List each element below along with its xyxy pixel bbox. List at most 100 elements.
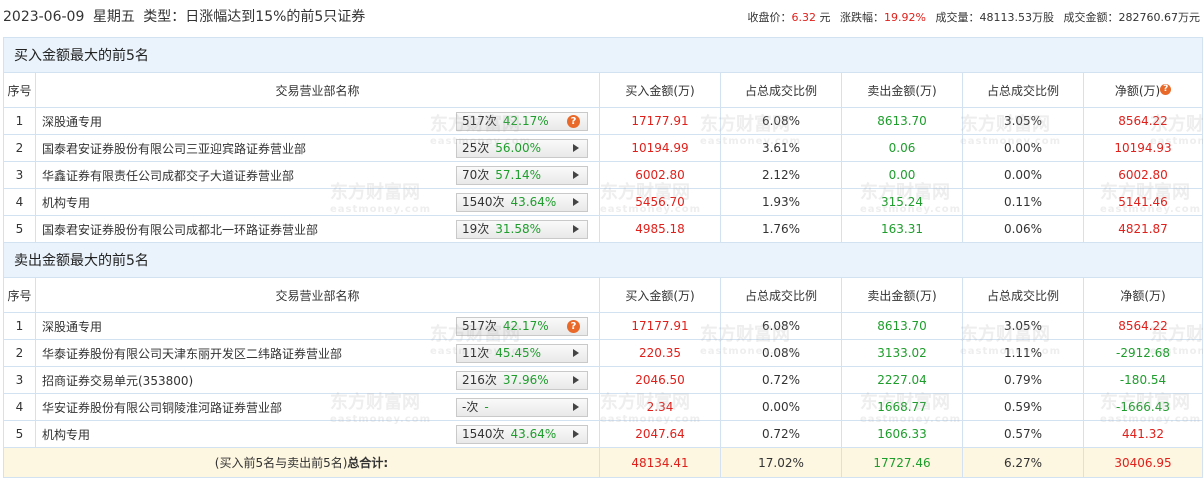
- expand-arrow-icon[interactable]: [573, 430, 579, 438]
- col-sell-ratio[interactable]: 占总成交比例: [962, 72, 1084, 108]
- sell-amount: 315.24: [841, 188, 963, 216]
- broker-win-rate: 43.64%: [510, 195, 557, 209]
- net-amount: -2912.68: [1082, 339, 1203, 367]
- row-index: 3: [3, 161, 36, 189]
- broker-win-rate: 42.17%: [502, 114, 549, 128]
- col-sell[interactable]: 卖出金额(万): [841, 277, 963, 313]
- total-sell: 17727.46: [841, 447, 963, 478]
- broker-count: 11次: [462, 346, 490, 360]
- col-buy-ratio[interactable]: 占总成交比例: [720, 72, 842, 108]
- sell-amount: 2227.04: [841, 366, 963, 394]
- table-row: 3 华鑫证券有限责任公司成都交子大道证券营业部 70次 57.14% 6002.80 2.…: [3, 161, 1203, 189]
- net-amount: 5141.46: [1082, 188, 1203, 216]
- col-buy-ratio[interactable]: 占总成交比例: [720, 277, 842, 313]
- sell-ratio: 3.05%: [962, 107, 1084, 135]
- col-buy[interactable]: 买入金额(万): [599, 277, 721, 313]
- broker-cell: 深股通专用 517次 42.17%?: [35, 312, 600, 340]
- buy-ratio: 3.61%: [720, 134, 842, 162]
- table-row: 2 国泰君安证券股份有限公司三亚迎宾路证券营业部 25次 56.00% 10194.99…: [3, 134, 1203, 162]
- total-buy: 48134.41: [599, 447, 721, 478]
- broker-stats-button[interactable]: 11次 45.45%: [456, 344, 588, 363]
- close-unit: 元: [819, 11, 831, 24]
- expand-arrow-icon[interactable]: [573, 144, 579, 152]
- volume-value: 48113.53万股: [979, 11, 1055, 24]
- buy-amount: 17177.91: [599, 312, 721, 340]
- broker-name-link[interactable]: 深股通专用: [42, 113, 102, 130]
- close-label: 收盘价：: [747, 11, 792, 24]
- sell-ratio: 1.11%: [962, 339, 1084, 367]
- broker-win-rate: 31.58%: [495, 222, 542, 236]
- table-row: 4 华安证券股份有限公司铜陵淮河路证券营业部 -次 - 2.34 0.00% 1668.77…: [3, 393, 1203, 421]
- expand-arrow-icon[interactable]: [573, 225, 579, 233]
- broker-count: 25次: [462, 141, 490, 155]
- broker-stats-button[interactable]: 216次 37.96%: [456, 371, 588, 390]
- broker-name-link[interactable]: 机构专用: [42, 194, 90, 211]
- trade-date: 2023-06-09: [3, 9, 85, 25]
- broker-cell: 国泰君安证券股份有限公司三亚迎宾路证券营业部 25次 56.00%: [35, 134, 600, 162]
- broker-name-link[interactable]: 国泰君安证券股份有限公司三亚迎宾路证券营业部: [42, 140, 306, 157]
- broker-stats-button[interactable]: 25次 56.00%: [456, 139, 588, 158]
- broker-name-link[interactable]: 深股通专用: [42, 318, 102, 335]
- broker-name-link[interactable]: 华泰证券股份有限公司天津东丽开发区二纬路证券营业部: [42, 345, 342, 362]
- broker-win-rate: 43.64%: [510, 427, 557, 441]
- broker-stats-button[interactable]: 517次 42.17%?: [456, 112, 588, 131]
- question-icon[interactable]: ?: [567, 115, 580, 128]
- col-name: 交易营业部名称: [35, 277, 600, 313]
- total-buy-ratio: 17.02%: [720, 447, 842, 478]
- broker-win-rate: 57.14%: [495, 168, 542, 182]
- sell-ratio: 3.05%: [962, 312, 1084, 340]
- broker-name-link[interactable]: 华鑫证券有限责任公司成都交子大道证券营业部: [42, 167, 294, 184]
- lhb-table: 买入金额最大的前5名 序号 交易营业部名称 买入金额(万) 占总成交比例 卖出金额(万) 占…: [2, 37, 1203, 478]
- close-value: 6.32: [791, 11, 817, 24]
- table-row: 5 机构专用 1540次 43.64% 2047.64 0.72% 1606.33 0.57%…: [3, 420, 1203, 448]
- col-buy[interactable]: 买入金额(万): [599, 72, 721, 108]
- buy-amount: 220.35: [599, 339, 721, 367]
- col-net[interactable]: 净额(万): [1082, 277, 1203, 313]
- total-label: (买入前5名与卖出前5名)总合计:: [3, 447, 600, 478]
- broker-stats-button[interactable]: 70次 57.14%: [456, 166, 588, 185]
- broker-stats-button[interactable]: 19次 31.58%: [456, 220, 588, 239]
- broker-name-link[interactable]: 国泰君安证券股份有限公司成都北一环路证券营业部: [42, 221, 318, 238]
- broker-win-rate: 45.45%: [495, 346, 542, 360]
- expand-arrow-icon[interactable]: [573, 198, 579, 206]
- broker-count: 1540次: [462, 427, 505, 441]
- row-index: 4: [3, 188, 36, 216]
- question-icon[interactable]: ?: [567, 320, 580, 333]
- expand-arrow-icon[interactable]: [573, 403, 579, 411]
- trade-weekday: 星期五: [92, 9, 135, 25]
- broker-name-link[interactable]: 招商证券交易单元(353800): [42, 372, 193, 389]
- col-sell[interactable]: 卖出金额(万): [841, 72, 963, 108]
- row-index: 5: [3, 420, 36, 448]
- broker-cell: 华鑫证券有限责任公司成都交子大道证券营业部 70次 57.14%: [35, 161, 600, 189]
- broker-stats-button[interactable]: 1540次 43.64%: [456, 425, 588, 444]
- broker-stats-button[interactable]: 517次 42.17%?: [456, 317, 588, 336]
- broker-count: 70次: [462, 168, 490, 182]
- sell-amount: 0.06: [841, 134, 963, 162]
- table-row: 2 华泰证券股份有限公司天津东丽开发区二纬路证券营业部 11次 45.45% 220.3…: [3, 339, 1203, 367]
- expand-arrow-icon[interactable]: [573, 376, 579, 384]
- change-label: 涨跌幅：: [840, 11, 885, 24]
- broker-stats-button[interactable]: -次 -: [456, 398, 588, 417]
- buy-ratio: 1.76%: [720, 215, 842, 243]
- broker-cell: 华泰证券股份有限公司天津东丽开发区二纬路证券营业部 11次 45.45%: [35, 339, 600, 367]
- broker-count: 517次: [462, 319, 497, 333]
- net-amount: 6002.80: [1082, 161, 1203, 189]
- help-icon[interactable]: ?: [1160, 83, 1172, 95]
- col-sell-ratio[interactable]: 占总成交比例: [962, 277, 1084, 313]
- broker-cell: 机构专用 1540次 43.64%: [35, 420, 600, 448]
- sell-amount: 1668.77: [841, 393, 963, 421]
- buy-ratio: 0.08%: [720, 339, 842, 367]
- sell-amount: 1606.33: [841, 420, 963, 448]
- broker-name-link[interactable]: 华安证券股份有限公司铜陵淮河路证券营业部: [42, 399, 282, 416]
- buy-ratio: 6.08%: [720, 312, 842, 340]
- expand-arrow-icon[interactable]: [573, 349, 579, 357]
- buy-amount: 2.34: [599, 393, 721, 421]
- col-net[interactable]: 净额(万)?: [1082, 72, 1203, 108]
- expand-arrow-icon[interactable]: [573, 171, 579, 179]
- broker-name-link[interactable]: 机构专用: [42, 426, 90, 443]
- col-name: 交易营业部名称: [35, 72, 600, 108]
- volume-label: 成交量：: [935, 11, 980, 24]
- broker-stats-button[interactable]: 1540次 43.64%: [456, 193, 588, 212]
- net-amount: 4821.87: [1082, 215, 1203, 243]
- table-row: 1 深股通专用 517次 42.17%? 17177.91 6.08% 8613.70 3.0…: [3, 107, 1203, 135]
